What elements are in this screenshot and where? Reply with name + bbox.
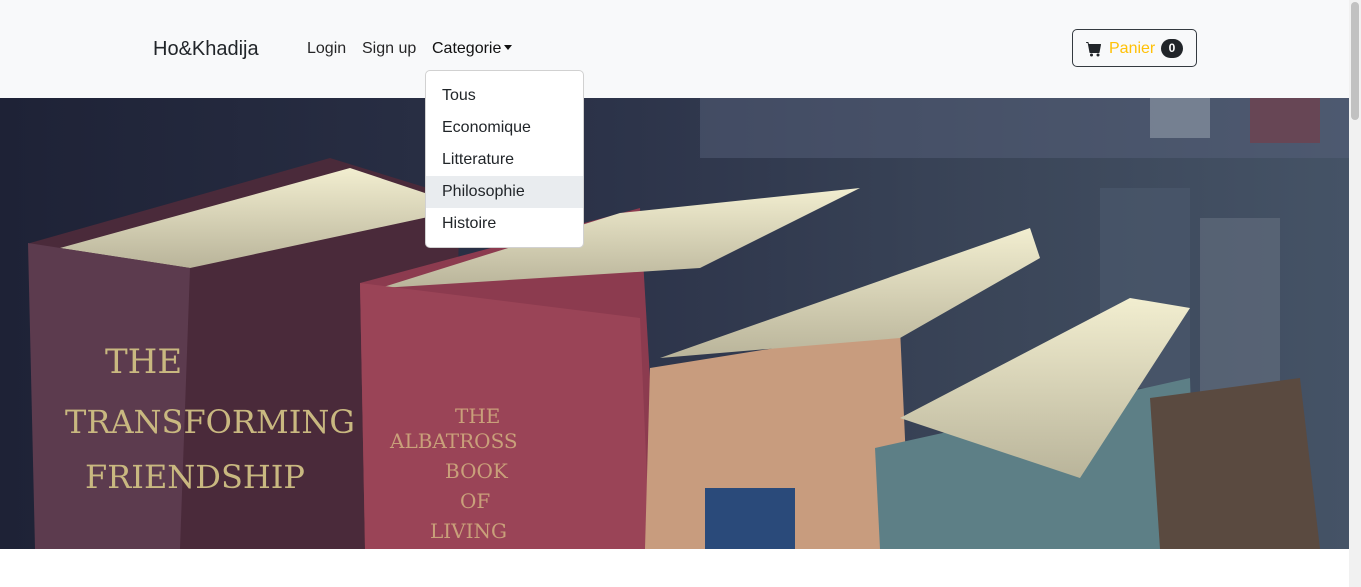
caret-down-icon bbox=[504, 45, 513, 50]
book-1-title-line-2: TRANSFORMING bbox=[65, 403, 355, 441]
nav-categorie-dropdown-toggle[interactable]: Categorie bbox=[432, 38, 513, 60]
cart-icon bbox=[1086, 42, 1101, 57]
nav-login-link[interactable]: Login bbox=[307, 38, 346, 60]
dropdown-item-philosophie[interactable]: Philosophie bbox=[426, 176, 583, 208]
book-2-title-line-4: OF bbox=[460, 489, 490, 513]
book-2-title-line-2: ALBATROSS bbox=[389, 429, 518, 453]
book-2-title-line-1: THE bbox=[455, 404, 500, 428]
scrollbar-thumb[interactable] bbox=[1351, 2, 1359, 120]
navbar: Ho&Khadija Login Sign up Categorie Panie… bbox=[0, 0, 1349, 98]
dropdown-item-tous[interactable]: Tous bbox=[426, 80, 583, 112]
nav-signup-link[interactable]: Sign up bbox=[362, 38, 416, 60]
book-2-title-line-5: LIVING bbox=[430, 519, 507, 543]
categorie-dropdown-menu: Tous Economique Litterature Philosophie … bbox=[425, 70, 584, 248]
dropdown-item-litterature[interactable]: Litterature bbox=[426, 144, 583, 176]
hero-image: THE TRANSFORMING FRIENDSHIP THE ALBATROS… bbox=[0, 98, 1349, 549]
cart-button[interactable]: Panier 0 bbox=[1072, 29, 1197, 67]
hero-books-illustration: THE TRANSFORMING FRIENDSHIP THE ALBATROS… bbox=[0, 98, 1349, 549]
nav-categorie-label: Categorie bbox=[432, 40, 502, 57]
dropdown-item-histoire[interactable]: Histoire bbox=[426, 208, 583, 240]
book-1-title-line-1: THE bbox=[105, 342, 182, 382]
dropdown-item-economique[interactable]: Economique bbox=[426, 112, 583, 144]
cart-label: Panier bbox=[1109, 40, 1156, 57]
page-scrollbar[interactable] bbox=[1349, 0, 1361, 587]
brand-link[interactable]: Ho&Khadija bbox=[153, 36, 259, 62]
page: Ho&Khadija Login Sign up Categorie Panie… bbox=[0, 0, 1361, 587]
cart-count-badge: 0 bbox=[1161, 39, 1183, 58]
book-2-title-line-3: BOOK bbox=[445, 459, 509, 483]
book-1-title-line-3: FRIENDSHIP bbox=[85, 458, 305, 496]
